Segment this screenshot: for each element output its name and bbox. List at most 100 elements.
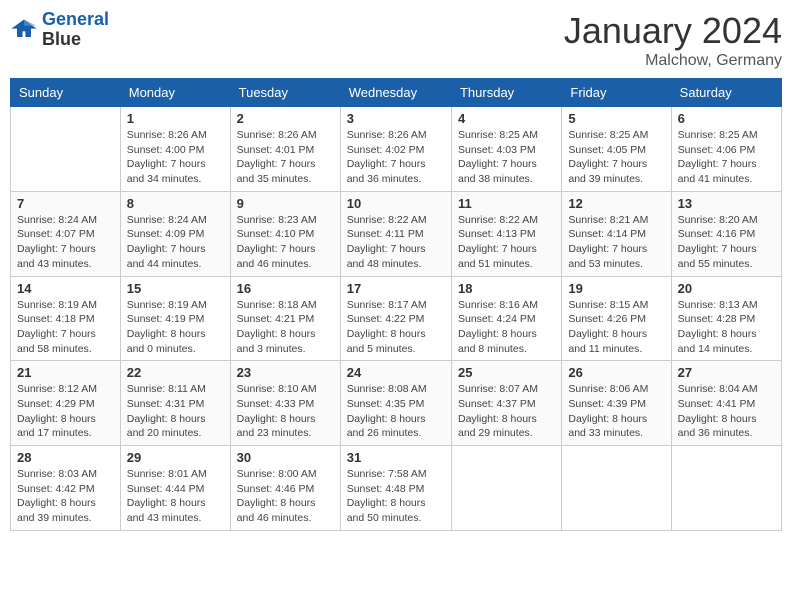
- day-number: 14: [17, 281, 114, 296]
- day-number: 23: [237, 365, 334, 380]
- day-number: 25: [458, 365, 555, 380]
- day-info: Sunrise: 8:15 AM Sunset: 4:26 PM Dayligh…: [568, 298, 664, 357]
- day-number: 8: [127, 196, 224, 211]
- day-number: 3: [347, 111, 445, 126]
- day-info: Sunrise: 8:18 AM Sunset: 4:21 PM Dayligh…: [237, 298, 334, 357]
- day-number: 30: [237, 450, 334, 465]
- weekday-header-cell: Tuesday: [230, 79, 340, 107]
- day-number: 5: [568, 111, 664, 126]
- day-number: 13: [678, 196, 775, 211]
- calendar-day-cell: 1 Sunrise: 8:26 AM Sunset: 4:00 PM Daylig…: [120, 107, 230, 192]
- day-number: 21: [17, 365, 114, 380]
- calendar-day-cell: 28Sunrise: 8:03 AM Sunset: 4:42 PM Dayli…: [11, 446, 121, 531]
- calendar-day-cell: 4 Sunrise: 8:25 AM Sunset: 4:03 PM Daylig…: [451, 107, 561, 192]
- weekday-header-cell: Sunday: [11, 79, 121, 107]
- header: General Blue January 2024 Malchow, Germa…: [10, 10, 782, 70]
- day-info: Sunrise: 8:25 AM Sunset: 4:03 PM Dayligh…: [458, 128, 555, 187]
- calendar-day-cell: [562, 446, 671, 531]
- day-number: 31: [347, 450, 445, 465]
- calendar-day-cell: 12 Sunrise: 8:21 AM Sunset: 4:14 PM Dayli…: [562, 191, 671, 276]
- calendar-day-cell: 22 Sunrise: 8:11 AM Sunset: 4:31 PM Dayli…: [120, 361, 230, 446]
- month-title: January 2024: [564, 10, 782, 52]
- day-number: 2: [237, 111, 334, 126]
- calendar-day-cell: 7Sunrise: 8:24 AM Sunset: 4:07 PM Daylig…: [11, 191, 121, 276]
- calendar-day-cell: 30 Sunrise: 8:00 AM Sunset: 4:46 PM Dayli…: [230, 446, 340, 531]
- day-number: 27: [678, 365, 775, 380]
- day-info: Sunrise: 8:24 AM Sunset: 4:07 PM Dayligh…: [17, 213, 114, 272]
- day-info: Sunrise: 8:08 AM Sunset: 4:35 PM Dayligh…: [347, 382, 445, 441]
- calendar-day-cell: 5Sunrise: 8:25 AM Sunset: 4:05 PM Daylig…: [562, 107, 671, 192]
- weekday-header-cell: Monday: [120, 79, 230, 107]
- calendar-day-cell: 13 Sunrise: 8:20 AM Sunset: 4:16 PM Dayli…: [671, 191, 781, 276]
- calendar-day-cell: 6Sunrise: 8:25 AM Sunset: 4:06 PM Daylig…: [671, 107, 781, 192]
- calendar-week-row: 28Sunrise: 8:03 AM Sunset: 4:42 PM Dayli…: [11, 446, 782, 531]
- weekday-header-cell: Thursday: [451, 79, 561, 107]
- calendar-day-cell: [671, 446, 781, 531]
- day-number: 22: [127, 365, 224, 380]
- day-info: Sunrise: 8:12 AM Sunset: 4:29 PM Dayligh…: [17, 382, 114, 441]
- day-info: Sunrise: 7:58 AM Sunset: 4:48 PM Dayligh…: [347, 467, 445, 526]
- day-info: Sunrise: 8:11 AM Sunset: 4:31 PM Dayligh…: [127, 382, 224, 441]
- logo-line2: Blue: [42, 30, 109, 50]
- day-info: Sunrise: 8:22 AM Sunset: 4:11 PM Dayligh…: [347, 213, 445, 272]
- day-info: Sunrise: 8:10 AM Sunset: 4:33 PM Dayligh…: [237, 382, 334, 441]
- calendar-day-cell: 16 Sunrise: 8:18 AM Sunset: 4:21 PM Dayli…: [230, 276, 340, 361]
- calendar-day-cell: 8Sunrise: 8:24 AM Sunset: 4:09 PM Daylig…: [120, 191, 230, 276]
- day-info: Sunrise: 8:03 AM Sunset: 4:42 PM Dayligh…: [17, 467, 114, 526]
- day-info: Sunrise: 8:00 AM Sunset: 4:46 PM Dayligh…: [237, 467, 334, 526]
- day-info: Sunrise: 8:26 AM Sunset: 4:00 PM Dayligh…: [127, 128, 224, 187]
- day-number: 18: [458, 281, 555, 296]
- calendar-day-cell: 18Sunrise: 8:16 AM Sunset: 4:24 PM Dayli…: [451, 276, 561, 361]
- day-info: Sunrise: 8:19 AM Sunset: 4:18 PM Dayligh…: [17, 298, 114, 357]
- calendar-week-row: 21 Sunrise: 8:12 AM Sunset: 4:29 PM Dayli…: [11, 361, 782, 446]
- logo-icon: [10, 16, 38, 44]
- day-info: Sunrise: 8:19 AM Sunset: 4:19 PM Dayligh…: [127, 298, 224, 357]
- day-info: Sunrise: 8:26 AM Sunset: 4:01 PM Dayligh…: [237, 128, 334, 187]
- day-number: 17: [347, 281, 445, 296]
- title-section: January 2024 Malchow, Germany: [564, 10, 782, 70]
- day-number: 12: [568, 196, 664, 211]
- day-info: Sunrise: 8:04 AM Sunset: 4:41 PM Dayligh…: [678, 382, 775, 441]
- calendar-day-cell: 15 Sunrise: 8:19 AM Sunset: 4:19 PM Dayli…: [120, 276, 230, 361]
- calendar-body: 1 Sunrise: 8:26 AM Sunset: 4:00 PM Daylig…: [11, 107, 782, 531]
- day-number: 29: [127, 450, 224, 465]
- day-number: 15: [127, 281, 224, 296]
- day-info: Sunrise: 8:13 AM Sunset: 4:28 PM Dayligh…: [678, 298, 775, 357]
- day-info: Sunrise: 8:20 AM Sunset: 4:16 PM Dayligh…: [678, 213, 775, 272]
- calendar-table: SundayMondayTuesdayWednesdayThursdayFrid…: [10, 78, 782, 531]
- logo-line1: General: [42, 9, 109, 29]
- day-info: Sunrise: 8:01 AM Sunset: 4:44 PM Dayligh…: [127, 467, 224, 526]
- logo: General Blue: [10, 10, 109, 50]
- location-title: Malchow, Germany: [564, 52, 782, 70]
- calendar-week-row: 7Sunrise: 8:24 AM Sunset: 4:07 PM Daylig…: [11, 191, 782, 276]
- day-number: 24: [347, 365, 445, 380]
- calendar-week-row: 1 Sunrise: 8:26 AM Sunset: 4:00 PM Daylig…: [11, 107, 782, 192]
- weekday-header-cell: Wednesday: [340, 79, 451, 107]
- weekday-header-row: SundayMondayTuesdayWednesdayThursdayFrid…: [11, 79, 782, 107]
- calendar-day-cell: 25 Sunrise: 8:07 AM Sunset: 4:37 PM Dayli…: [451, 361, 561, 446]
- day-number: 16: [237, 281, 334, 296]
- calendar-day-cell: 9Sunrise: 8:23 AM Sunset: 4:10 PM Daylig…: [230, 191, 340, 276]
- day-number: 4: [458, 111, 555, 126]
- day-info: Sunrise: 8:06 AM Sunset: 4:39 PM Dayligh…: [568, 382, 664, 441]
- calendar-day-cell: 29 Sunrise: 8:01 AM Sunset: 4:44 PM Dayli…: [120, 446, 230, 531]
- day-number: 1: [127, 111, 224, 126]
- calendar-day-cell: 27 Sunrise: 8:04 AM Sunset: 4:41 PM Dayli…: [671, 361, 781, 446]
- day-info: Sunrise: 8:23 AM Sunset: 4:10 PM Dayligh…: [237, 213, 334, 272]
- day-info: Sunrise: 8:07 AM Sunset: 4:37 PM Dayligh…: [458, 382, 555, 441]
- weekday-header-cell: Saturday: [671, 79, 781, 107]
- day-info: Sunrise: 8:21 AM Sunset: 4:14 PM Dayligh…: [568, 213, 664, 272]
- calendar-day-cell: [451, 446, 561, 531]
- calendar-day-cell: 14 Sunrise: 8:19 AM Sunset: 4:18 PM Dayli…: [11, 276, 121, 361]
- day-number: 10: [347, 196, 445, 211]
- day-number: 6: [678, 111, 775, 126]
- day-number: 26: [568, 365, 664, 380]
- calendar-day-cell: 2 Sunrise: 8:26 AM Sunset: 4:01 PM Daylig…: [230, 107, 340, 192]
- day-number: 11: [458, 196, 555, 211]
- calendar-day-cell: 11Sunrise: 8:22 AM Sunset: 4:13 PM Dayli…: [451, 191, 561, 276]
- calendar-day-cell: 26 Sunrise: 8:06 AM Sunset: 4:39 PM Dayli…: [562, 361, 671, 446]
- calendar-day-cell: 19Sunrise: 8:15 AM Sunset: 4:26 PM Dayli…: [562, 276, 671, 361]
- weekday-header-cell: Friday: [562, 79, 671, 107]
- calendar-day-cell: 24 Sunrise: 8:08 AM Sunset: 4:35 PM Dayli…: [340, 361, 451, 446]
- calendar-day-cell: 3Sunrise: 8:26 AM Sunset: 4:02 PM Daylig…: [340, 107, 451, 192]
